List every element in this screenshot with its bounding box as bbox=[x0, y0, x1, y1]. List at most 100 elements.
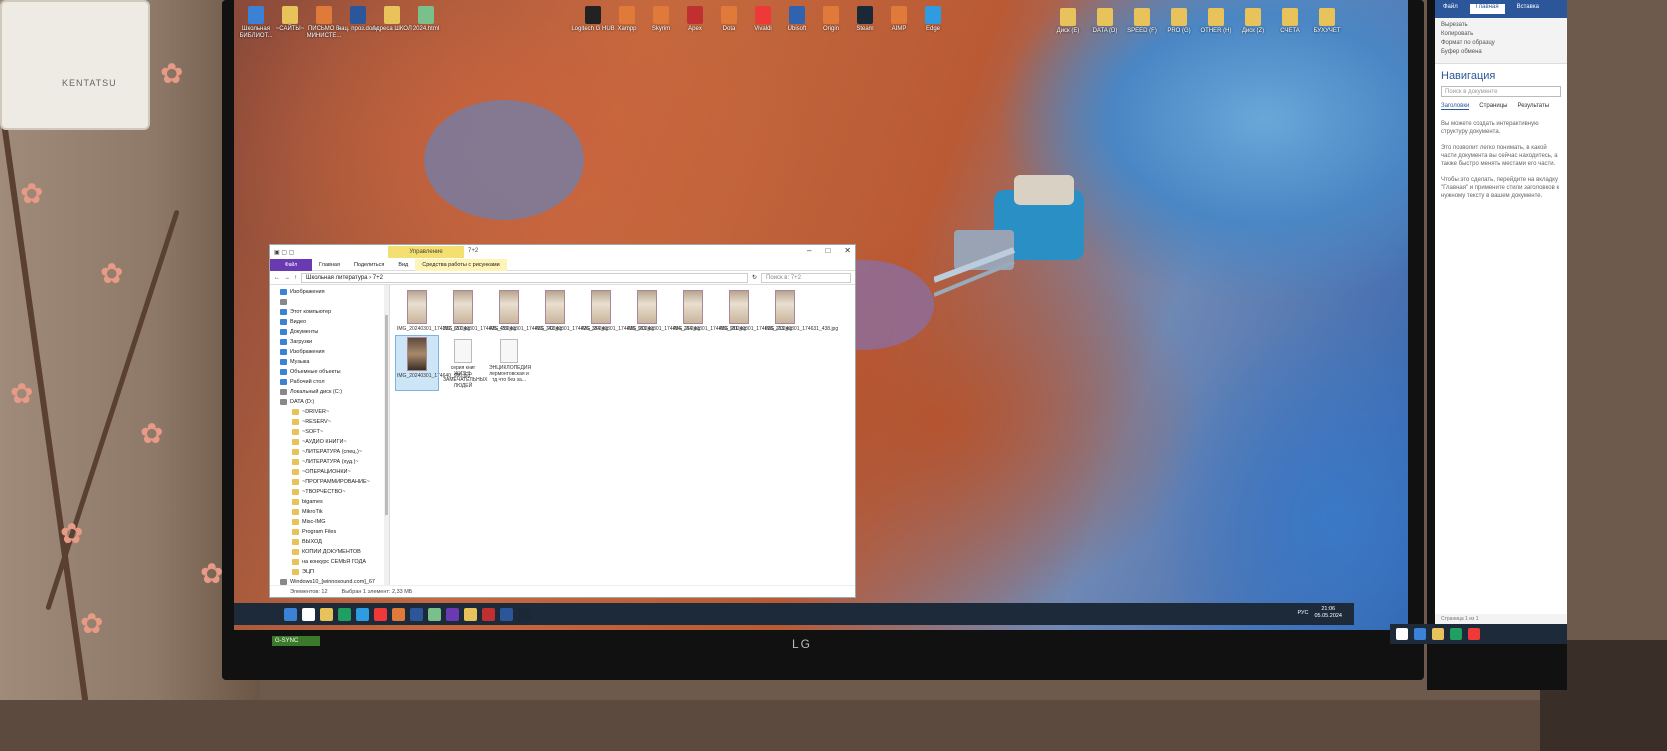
nav-tab-headings[interactable]: Заголовки bbox=[1441, 103, 1470, 110]
file-item[interactable]: серия книг ЖИЗНЬ ЗАМЕЧАТЕЛЬНЫХ ЛЮДЕЙ bbox=[442, 336, 487, 390]
refresh-icon[interactable]: ↻ bbox=[752, 274, 757, 281]
nav-item[interactable]: DATA (D:) bbox=[270, 397, 389, 407]
nav-tab-results[interactable]: Результаты bbox=[1517, 103, 1549, 110]
taskbar-app-icon[interactable] bbox=[1396, 628, 1408, 640]
nav-item[interactable] bbox=[270, 297, 389, 307]
language-indicator[interactable]: РУС bbox=[1297, 610, 1308, 616]
nav-item[interactable]: ~ЛИТЕРАТУРА (спец.)~ bbox=[270, 447, 389, 457]
nav-item[interactable]: Program Files bbox=[270, 527, 389, 537]
nav-item[interactable]: Музыка bbox=[270, 357, 389, 367]
file-item[interactable]: ЭНЦИКЛОПЕДИЯ лермонтовская и тд что без … bbox=[488, 336, 531, 390]
nav-item[interactable]: КОПИИ ДОКУМЕНТОВ bbox=[270, 547, 389, 557]
file-item[interactable]: IMG_20240301_174426_384.jpg bbox=[534, 289, 608, 333]
navigation-pane[interactable]: Изображения Этот компьютер Видео Документы З… bbox=[270, 285, 390, 585]
nav-item[interactable]: Локальный диск (C:) bbox=[270, 387, 389, 397]
nav-item[interactable]: ~ОПЕРАЦИОНКИ~ bbox=[270, 467, 389, 477]
word-tab-home[interactable]: Главная bbox=[1469, 4, 1505, 14]
nav-item[interactable]: Документы bbox=[270, 327, 389, 337]
document-search-input[interactable]: Поиск в документе bbox=[1441, 86, 1561, 97]
taskbar-app-icon[interactable] bbox=[518, 607, 531, 621]
taskbar-app-icon[interactable] bbox=[1468, 628, 1480, 640]
taskbar-app-icon[interactable] bbox=[410, 607, 423, 621]
nav-tab-pages[interactable]: Страницы bbox=[1479, 103, 1507, 110]
taskbar-app-icon[interactable] bbox=[428, 607, 441, 621]
nav-item[interactable]: ВЫХОД bbox=[270, 537, 389, 547]
file-item[interactable]: IMG_20240301_174618_213.jpg bbox=[718, 289, 792, 333]
maximize-icon[interactable]: □ bbox=[825, 246, 830, 255]
taskbar-app-icon[interactable] bbox=[464, 607, 477, 621]
word-window[interactable]: Файл Главная Вставка Вырезать Копировать… bbox=[1435, 0, 1567, 624]
nav-item[interactable]: Windows10_[winnosound.com]_67 bbox=[270, 577, 389, 585]
nav-item[interactable]: Misc-IMG bbox=[270, 517, 389, 527]
file-item[interactable]: IMG_20240301_174459_981.jpg bbox=[672, 289, 746, 333]
nav-item[interactable]: Рабочий стол bbox=[270, 377, 389, 387]
nav-item[interactable]: Загрузки bbox=[270, 337, 389, 347]
tab-home[interactable]: Главная bbox=[312, 259, 347, 271]
taskbar-app-icon[interactable] bbox=[1432, 628, 1444, 640]
tab-share[interactable]: Поделиться bbox=[347, 259, 391, 271]
search-input[interactable]: Поиск в: 7+2 bbox=[761, 272, 851, 283]
nav-item[interactable]: Объемные объекты bbox=[270, 367, 389, 377]
word-tab-file[interactable]: Файл bbox=[1443, 4, 1458, 14]
tab-file[interactable]: Файл bbox=[270, 258, 312, 271]
tab-view[interactable]: Вид bbox=[391, 259, 415, 271]
address-bar[interactable]: Школьная литература › 7+2 bbox=[301, 272, 748, 283]
taskbar-app-icon[interactable] bbox=[1450, 628, 1462, 640]
forward-arrow-icon[interactable]: → bbox=[284, 275, 290, 281]
nav-item[interactable]: Этот компьютер bbox=[270, 307, 389, 317]
taskbar-app-icon[interactable] bbox=[374, 607, 387, 621]
nav-item[interactable]: ~АУДИО КНИГИ~ bbox=[270, 437, 389, 447]
format-painter-button[interactable]: Формат по образцу bbox=[1441, 39, 1561, 48]
taskbar-app-icon[interactable] bbox=[284, 607, 297, 621]
file-explorer-window[interactable]: ▣ ▢ ▢ Управление 7+2 – □ ✕ Файл Главная … bbox=[269, 244, 856, 598]
shortcut-icon bbox=[1134, 8, 1150, 26]
taskbar-app-icon[interactable] bbox=[302, 607, 315, 621]
nav-item[interactable]: Видео bbox=[270, 317, 389, 327]
desktop-shortcut[interactable]: Edge bbox=[905, 6, 961, 33]
copy-button[interactable]: Копировать bbox=[1441, 30, 1561, 39]
nav-item-label: MikroTik bbox=[302, 509, 323, 515]
desktop-shortcut[interactable]: 2024.html bbox=[398, 6, 454, 33]
nav-item[interactable]: ~SOFT~ bbox=[270, 427, 389, 437]
tab-picture-tools[interactable]: Средства работы с рисунками bbox=[415, 258, 507, 271]
nav-item[interactable]: ~ПРОГРАММИРОВАНИЕ~ bbox=[270, 477, 389, 487]
taskbar-app-icon[interactable] bbox=[392, 607, 405, 621]
nav-item[interactable]: bigames bbox=[270, 497, 389, 507]
desktop-shortcut[interactable]: БУХУЧЕТ bbox=[1299, 8, 1355, 35]
nav-item[interactable]: ~ЛИТЕРАТУРА (худ.)~ bbox=[270, 457, 389, 467]
context-tab-manage[interactable]: Управление bbox=[388, 246, 464, 258]
word-tab-insert[interactable]: Вставка bbox=[1517, 4, 1539, 14]
nav-item[interactable]: ~ТВОРЧЕСТВО~ bbox=[270, 487, 389, 497]
nav-scrollbar[interactable] bbox=[384, 285, 389, 585]
nav-item[interactable]: Изображения bbox=[270, 347, 389, 357]
nav-item[interactable]: на конкурс СЕМЬЯ ГОДА bbox=[270, 557, 389, 567]
file-item[interactable]: IMG_20240301_174413_742.jpg bbox=[488, 289, 562, 333]
taskbar-app-icon[interactable] bbox=[320, 607, 333, 621]
taskbar-app-icon[interactable] bbox=[1414, 628, 1426, 640]
nav-item[interactable]: Изображения bbox=[270, 287, 389, 297]
shortcut-icon bbox=[925, 6, 941, 24]
taskbar-app-icon[interactable] bbox=[338, 607, 351, 621]
close-icon[interactable]: ✕ bbox=[844, 246, 851, 255]
cut-button[interactable]: Вырезать bbox=[1441, 21, 1561, 30]
taskbar-app-icon[interactable] bbox=[500, 607, 513, 621]
clock[interactable]: 21:06 05.05.2024 bbox=[1314, 606, 1342, 620]
taskbar-app-icon[interactable] bbox=[446, 607, 459, 621]
file-item[interactable]: IMG_20240301_174405_459.jpg bbox=[442, 289, 516, 333]
nav-item[interactable]: MikroTik bbox=[270, 507, 389, 517]
taskbar-app-icon[interactable] bbox=[482, 607, 495, 621]
nav-item[interactable]: ЭЦП bbox=[270, 567, 389, 577]
taskbar-app-icon[interactable] bbox=[356, 607, 369, 621]
nav-item[interactable]: ~DRIVER~ bbox=[270, 407, 389, 417]
back-arrow-icon[interactable]: ← bbox=[274, 275, 280, 281]
file-item[interactable]: IMG_20240301_174454_264.jpg bbox=[626, 289, 700, 333]
file-item[interactable]: IMG_20240301_174438_963.jpg bbox=[580, 289, 654, 333]
file-item-selected[interactable]: IMG_20240301_174640_986.jpg bbox=[395, 335, 470, 391]
nav-item[interactable]: ~RESERV~ bbox=[270, 417, 389, 427]
minimize-icon[interactable]: – bbox=[807, 246, 811, 255]
up-arrow-icon[interactable]: ↑ bbox=[294, 275, 297, 281]
file-item[interactable]: IMG_20240301_174352_657.jpg bbox=[396, 289, 470, 333]
file-list[interactable]: IMG_20240301_174352_657.jpg IMG_20240301_… bbox=[390, 285, 855, 585]
explorer-titlebar[interactable]: ▣ ▢ ▢ Управление 7+2 – □ ✕ bbox=[270, 245, 855, 259]
file-item[interactable]: IMG_20240301_174631_438.jpg bbox=[764, 289, 838, 333]
